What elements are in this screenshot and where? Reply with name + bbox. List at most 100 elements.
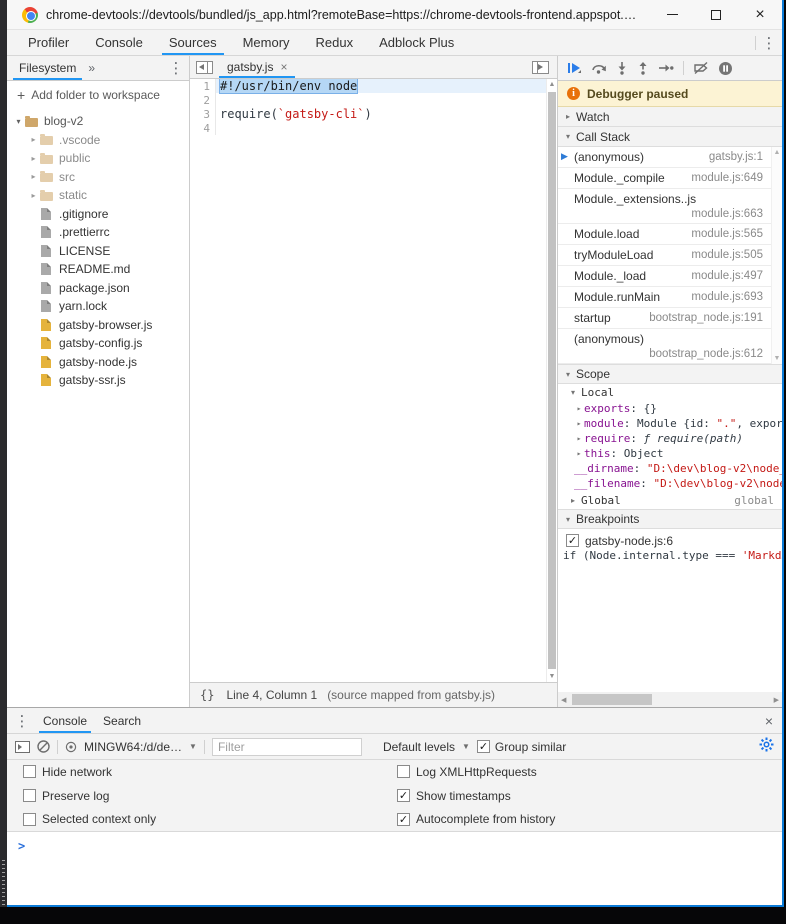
pretty-print-icon[interactable]: {} [200,688,214,702]
tab-console[interactable]: Console [84,30,154,55]
debugger-horizontal-scrollbar[interactable]: ◀ ▶ [558,692,782,707]
scroll-up-icon[interactable]: ▲ [547,81,557,88]
call-stack-frame[interactable]: Module._extensions..jsmodule.js:663 [558,189,771,224]
show-right-panel-icon[interactable] [532,61,549,74]
tree-item-static[interactable]: ▸static [7,186,189,205]
console-setting-log-xmlhttprequests[interactable]: Log XMLHttpRequests [397,760,782,784]
tree-item-gatsby-browser-js[interactable]: gatsby-browser.js [7,316,189,335]
scroll-up-icon[interactable]: ▲ [772,149,782,156]
close-button[interactable]: × [738,0,782,29]
tree-item--vscode[interactable]: ▸.vscode [7,131,189,150]
more-tabs-button[interactable]: » [82,61,101,75]
step-out-button[interactable] [637,61,649,75]
section-call-stack[interactable]: ▾ Call Stack [558,127,782,147]
step-over-button[interactable] [591,61,607,75]
console-setting-hide-network[interactable]: Hide network [23,760,397,784]
scope-variable[interactable]: ▸this: Object [558,446,782,461]
console-setting-autocomplete-from-history[interactable]: ✓Autocomplete from history [397,807,782,831]
scrollbar-thumb[interactable] [548,92,556,669]
tree-item-package-json[interactable]: package.json [7,279,189,298]
scope-global-row[interactable]: ▸ Global global [558,491,782,509]
maximize-button[interactable] [694,0,738,29]
tree-item--prettierrc[interactable]: .prettierrc [7,223,189,242]
editor-vertical-scrollbar[interactable]: ▲ ▼ [546,79,557,682]
scope-variable[interactable]: ▸exports: {} [558,401,782,416]
drawer-menu-button[interactable]: ⋮ [9,712,35,730]
pause-on-exceptions-button[interactable] [718,61,733,76]
call-stack-frame[interactable]: startupbootstrap_node.js:191 [558,308,771,329]
clear-console-icon[interactable] [37,740,50,753]
console-prompt-icon[interactable]: > [18,839,25,853]
group-similar-setting[interactable]: ✓ Group similar [477,740,566,754]
deactivate-breakpoints-button[interactable] [693,61,709,75]
group-similar-checkbox[interactable]: ✓ [477,740,490,753]
tab-memory[interactable]: Memory [232,30,301,55]
scrollbar-thumb[interactable] [572,694,652,705]
call-stack-frame[interactable]: Module._loadmodule.js:497 [558,266,771,287]
tab-profiler[interactable]: Profiler [17,30,80,55]
console-setting-show-timestamps[interactable]: ✓Show timestamps [397,784,782,808]
code-editor[interactable]: 1#!/usr/bin/env node23require(`gatsby-cl… [190,79,546,682]
section-scope[interactable]: ▾ Scope [558,364,782,384]
tree-item-src[interactable]: ▸src [7,168,189,187]
breakpoint-entry[interactable]: ✓gatsby-node.js:6 [558,532,782,549]
navigator-menu-button[interactable]: ⋮ [163,59,189,77]
call-stack-frame[interactable]: Module.loadmodule.js:565 [558,224,771,245]
scroll-down-icon[interactable]: ▼ [547,673,557,680]
scroll-left-icon[interactable]: ◀ [561,692,566,707]
call-stack-scrollbar[interactable]: ▲ ▼ [771,147,782,364]
setting-checkbox[interactable] [23,765,36,778]
tab-gatsby-js[interactable]: gatsby.js × [219,56,295,78]
call-stack-frame[interactable]: tryModuleLoadmodule.js:505 [558,245,771,266]
tab-sources[interactable]: Sources [158,30,228,55]
call-stack-frame[interactable]: Module.runMainmodule.js:693 [558,287,771,308]
call-stack-frame[interactable]: Module._compilemodule.js:649 [558,168,771,189]
line-number[interactable]: 1 [190,79,216,93]
resume-button[interactable] [566,61,582,75]
tree-item-gatsby-ssr-js[interactable]: gatsby-ssr.js [7,371,189,390]
filter-input[interactable] [212,738,362,756]
section-breakpoints[interactable]: ▾ Breakpoints [558,509,782,529]
tree-item-license[interactable]: LICENSE [7,242,189,261]
line-number[interactable]: 3 [190,107,216,121]
show-console-sidebar-icon[interactable] [15,741,30,753]
scope-variable[interactable]: ▸require: ƒ require(path) [558,431,782,446]
minimize-button[interactable] [650,0,694,29]
step-into-button[interactable] [616,61,628,75]
line-number[interactable]: 2 [190,93,216,107]
console-settings-icon[interactable] [759,737,774,757]
drawer-tab-search[interactable]: Search [95,708,149,733]
setting-checkbox[interactable]: ✓ [397,789,410,802]
console-output[interactable]: > [7,832,782,905]
scroll-right-icon[interactable]: ▶ [774,692,779,707]
scope-variable[interactable]: ▸module: Module {id: ".", exports: [558,416,782,431]
scroll-down-icon[interactable]: ▼ [772,355,782,362]
setting-checkbox[interactable]: ✓ [397,813,410,826]
context-selector[interactable]: MINGW64:/d/de… [84,740,182,754]
tree-item-gatsby-node-js[interactable]: gatsby-node.js [7,353,189,372]
tree-item--gitignore[interactable]: .gitignore [7,205,189,224]
tab-redux[interactable]: Redux [305,30,365,55]
tree-item-yarn-lock[interactable]: yarn.lock [7,297,189,316]
tree-item-gatsby-config-js[interactable]: gatsby-config.js [7,334,189,353]
tree-item-blog-v2[interactable]: ▾blog-v2 [7,112,189,131]
drawer-close-button[interactable]: × [756,713,782,729]
tab-filesystem[interactable]: Filesystem [13,56,82,80]
hide-navigator-icon[interactable] [196,61,213,74]
drawer-tab-console[interactable]: Console [35,708,95,733]
scope-variable[interactable]: __dirname: "D:\dev\blog-v2\node_mo [558,461,782,476]
call-stack-frame[interactable]: (anonymous)bootstrap_node.js:612 [558,329,771,364]
line-number[interactable]: 4 [190,121,216,135]
step-button[interactable] [658,61,674,75]
log-levels-selector[interactable]: Default levels [383,740,455,754]
call-stack-frame[interactable]: ▶(anonymous)gatsby.js:1 [558,147,771,168]
scope-variable[interactable]: __filename: "D:\dev\blog-v2\node_r [558,476,782,491]
scope-local-row[interactable]: ▾ Local [558,384,782,401]
add-folder-button[interactable]: + Add folder to workspace [7,81,189,108]
setting-checkbox[interactable] [23,813,36,826]
console-setting-selected-context-only[interactable]: Selected context only [23,807,397,831]
breakpoint-checkbox[interactable]: ✓ [566,534,579,547]
close-tab-icon[interactable]: × [280,60,287,74]
section-watch[interactable]: ▸ Watch [558,107,782,127]
setting-checkbox[interactable] [397,765,410,778]
